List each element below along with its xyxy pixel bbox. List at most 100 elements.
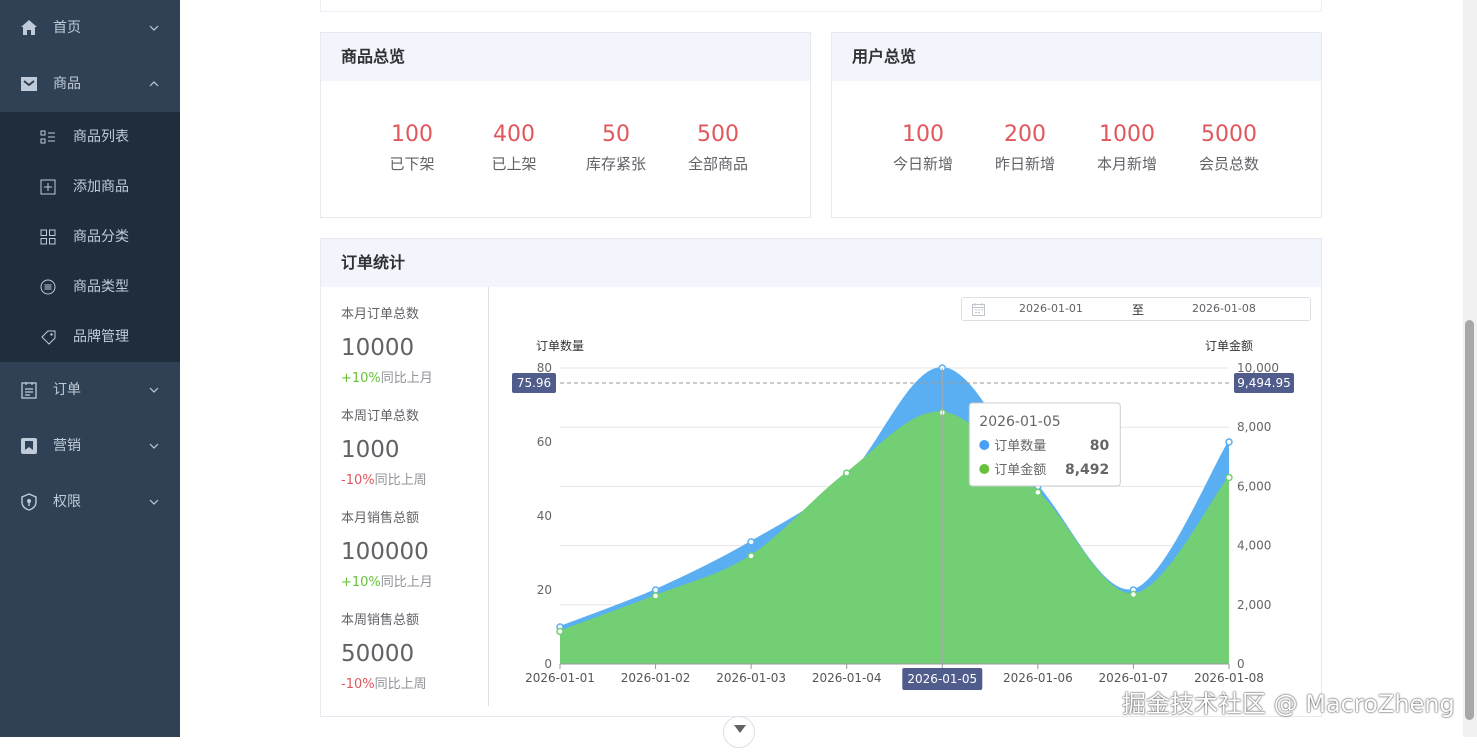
goods-overview-title: 商品总览 <box>321 33 810 81</box>
series-area <box>560 412 1229 664</box>
start-date-input[interactable]: 2026-01-01 <box>1019 302 1083 315</box>
metric-value: 10000 <box>341 335 415 361</box>
menu-order[interactable]: 订单 <box>0 362 180 418</box>
submenu-add-goods[interactable]: 添加商品 <box>0 162 180 212</box>
series-point <box>747 552 755 560</box>
y-right-tick-label: 6,000 <box>1237 479 1271 493</box>
metric-value: 50000 <box>341 641 415 667</box>
goods-stat-value: 400 <box>493 122 535 147</box>
menu-order-label: 订单 <box>53 382 81 398</box>
crosshair-left-label: 75.96 <box>517 376 551 390</box>
metric-compare-text: 同比上月 <box>380 371 433 386</box>
metric-week-sales: 本周销售总额 50000 -10%同比上周 <box>341 613 427 693</box>
submenu-goods-list[interactable]: 商品列表 <box>0 112 180 162</box>
metric-label: 本周订单总数 <box>341 409 420 424</box>
series-point <box>842 469 851 477</box>
menu-goods[interactable]: 商品 <box>0 56 180 112</box>
goods-overview-card: 商品总览 100 已下架 400 已上架 50 库存紧张 500 全部商品 <box>320 32 811 218</box>
menu-home[interactable]: 首页 <box>0 0 180 56</box>
metric-label: 本周销售总额 <box>341 613 420 628</box>
calendar-icon <box>972 303 985 316</box>
submenu-brand-label: 品牌管理 <box>73 329 129 345</box>
tooltip-title: 2026-01-05 <box>979 414 1060 430</box>
metric-month-orders: 本月订单总数 10000 +10%同比上月 <box>341 307 433 387</box>
metric-compare: +10%同比上月 <box>341 575 433 591</box>
menu-permission[interactable]: 权限 <box>0 474 180 530</box>
submenu-goods-category-label: 商品分类 <box>73 229 129 245</box>
goods-stat: 500 全部商品 <box>668 121 768 175</box>
menu-goods-label: 商品 <box>53 76 81 92</box>
chevron-down-icon <box>149 25 159 31</box>
series-point <box>651 592 660 600</box>
user-stat-value: 5000 <box>1201 122 1257 147</box>
tooltip-series-name: 订单金额 <box>994 462 1046 478</box>
chevron-down-icon <box>734 725 746 733</box>
goods-submenu: 商品列表 添加商品 商品分类 商品类型 品牌管理 <box>0 112 180 362</box>
watermark: 掘金技术社区 @ MacroZheng <box>1122 690 1455 718</box>
chevron-down-icon <box>149 443 159 449</box>
home-icon <box>21 20 37 35</box>
metric-compare: +10%同比上月 <box>341 371 433 387</box>
metric-compare-text: 同比上周 <box>374 473 427 488</box>
user-stat-label: 会员总数 <box>1198 155 1259 173</box>
submenu-goods-list-label: 商品列表 <box>73 129 129 145</box>
user-overview-card: 用户总览 100 今日新增 200 昨日新增 1000 本月新增 5000 会员… <box>831 32 1322 218</box>
x-tick-label: 2026-01-07 <box>1099 671 1169 685</box>
user-stat-label: 本月新增 <box>1096 155 1157 173</box>
user-stat-label: 昨日新增 <box>994 155 1055 173</box>
tooltip-marker <box>979 464 990 474</box>
user-stat-label: 今日新增 <box>892 155 953 173</box>
metric-change: -10% <box>341 473 375 488</box>
metric-label: 本月订单总数 <box>341 307 420 322</box>
chevron-up-icon <box>149 81 159 87</box>
submenu-brand[interactable]: 品牌管理 <box>0 312 180 362</box>
x-tick-label: 2026-01-01 <box>525 671 595 685</box>
list-icon <box>40 130 55 144</box>
goods-stat-label: 全部商品 <box>687 155 748 173</box>
top-card-edge <box>320 0 1322 12</box>
y-right-tick-label: 0 <box>1237 657 1245 671</box>
metric-compare: -10%同比上周 <box>341 473 427 489</box>
tooltip-marker <box>979 440 990 450</box>
submenu-goods-type[interactable]: 商品类型 <box>0 262 180 312</box>
submenu-goods-category[interactable]: 商品分类 <box>0 212 180 262</box>
permission-icon <box>21 493 37 511</box>
x-tick-label: 2026-01-04 <box>812 671 882 685</box>
collapse-button[interactable] <box>723 716 755 748</box>
category-icon <box>40 229 56 245</box>
menu-permission-label: 权限 <box>53 494 81 510</box>
user-stat: 1000 本月新增 <box>1077 121 1177 175</box>
crosshair-x-label: 2026-01-05 <box>907 672 977 686</box>
goods-stat: 100 已下架 <box>362 121 462 175</box>
metric-compare-text: 同比上周 <box>374 677 427 692</box>
y-right-tick-label: 4,000 <box>1237 539 1271 553</box>
user-overview-title: 用户总览 <box>832 33 1321 81</box>
metric-compare: -10%同比上周 <box>341 677 427 693</box>
menu-marketing[interactable]: 营销 <box>0 418 180 474</box>
y-right-tick-label: 2,000 <box>1237 598 1271 612</box>
series-point <box>556 627 564 636</box>
marketing-icon <box>21 438 37 454</box>
order-metrics-panel: 本月订单总数 10000 +10%同比上月 本周订单总数 1000 -10%同比… <box>321 287 489 706</box>
goods-stat: 50 库存紧张 <box>566 121 666 175</box>
user-stat-value: 1000 <box>1099 122 1155 147</box>
user-stat: 5000 会员总数 <box>1179 121 1279 175</box>
metric-week-orders: 本周订单总数 1000 -10%同比上周 <box>341 409 427 489</box>
crosshair-right-label: 9,494.95 <box>1237 376 1290 390</box>
type-icon <box>40 279 56 295</box>
y-left-tick-label: 80 <box>537 361 552 375</box>
menu-marketing-label: 营销 <box>53 438 81 454</box>
y-right-axis-title: 订单金额 <box>1205 338 1253 353</box>
submenu-add-goods-label: 添加商品 <box>73 179 129 195</box>
metric-month-sales: 本月销售总额 100000 +10%同比上月 <box>341 511 433 591</box>
scrollbar-thumb[interactable] <box>1465 320 1474 720</box>
goods-icon <box>21 77 37 91</box>
end-date-input[interactable]: 2026-01-08 <box>1192 302 1256 315</box>
metric-change: +10% <box>341 575 381 590</box>
date-range-picker[interactable]: 2026-01-01 至 2026-01-08 <box>961 297 1311 321</box>
date-range-separator: 至 <box>1132 303 1145 317</box>
order-stats-title: 订单统计 <box>321 239 1321 287</box>
user-stat-value: 100 <box>902 122 944 147</box>
metric-value: 1000 <box>341 437 400 463</box>
order-chart[interactable]: 0 20 40 60 80 0 2,000 4,000 6,000 8,000 10,000 订单数量… <box>490 330 1320 700</box>
